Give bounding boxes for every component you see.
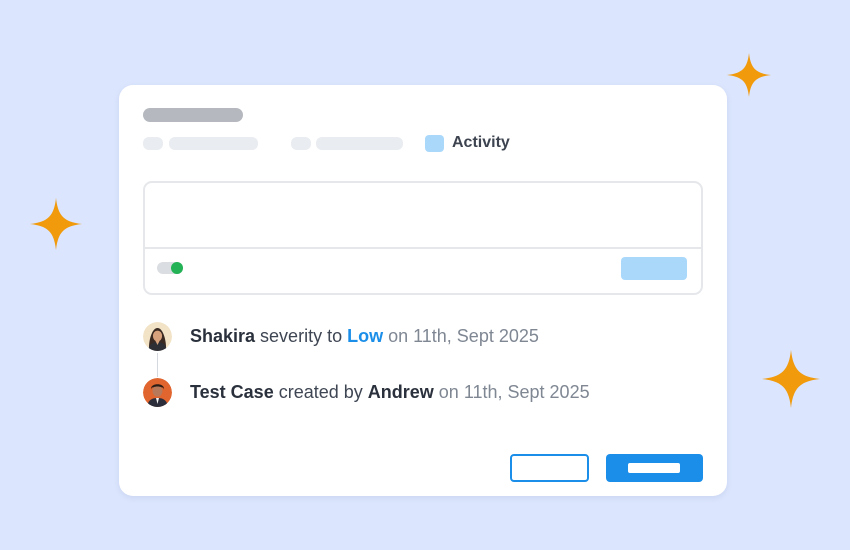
activity-text: Shakira severity to Low on 11th, Sept 20…: [190, 326, 539, 347]
title-placeholder: [143, 108, 243, 122]
save-button[interactable]: [606, 454, 703, 482]
comment-submit-button[interactable]: [621, 257, 687, 280]
cancel-button[interactable]: [510, 454, 589, 482]
activity-date: on 11th, Sept 2025: [383, 326, 539, 346]
activity-tab-icon: [425, 134, 444, 152]
activity-item: Test Case created by Andrew on 11th, Sep…: [143, 378, 590, 407]
toggle-icon[interactable]: [157, 262, 183, 274]
tab-label-placeholder[interactable]: [169, 137, 258, 150]
severity-value: Low: [347, 326, 384, 346]
sparkle-icon: [762, 350, 820, 408]
activity-tab-label: Activity: [452, 134, 510, 151]
sparkle-icon: [30, 198, 82, 250]
activity-date: on 11th, Sept 2025: [433, 382, 590, 402]
tab-icon-placeholder[interactable]: [291, 137, 311, 150]
sparkle-icon: [727, 53, 771, 97]
activity-item: Shakira severity to Low on 11th, Sept 20…: [143, 322, 539, 351]
toggle-knob: [171, 262, 183, 274]
save-button-label-placeholder: [628, 463, 680, 473]
activity-user[interactable]: Shakira: [190, 326, 255, 346]
activity-action: severity to: [255, 326, 348, 346]
tab-icon-placeholder[interactable]: [143, 137, 163, 150]
activity-text: Test Case created by Andrew on 11th, Sep…: [190, 382, 590, 403]
timeline-connector: [157, 353, 158, 377]
activity-user[interactable]: Andrew: [368, 382, 434, 402]
tab-activity[interactable]: Activity: [425, 134, 510, 152]
activity-subject[interactable]: Test Case: [190, 382, 274, 402]
activity-card: Activity Shakira severity to Low on 11th…: [119, 85, 727, 496]
comment-editor: [143, 181, 703, 295]
activity-action: created by: [273, 382, 368, 402]
tab-label-placeholder[interactable]: [316, 137, 403, 150]
woman-avatar-icon: [143, 322, 172, 351]
man-avatar-icon: [143, 378, 172, 407]
comment-input[interactable]: [145, 183, 701, 249]
